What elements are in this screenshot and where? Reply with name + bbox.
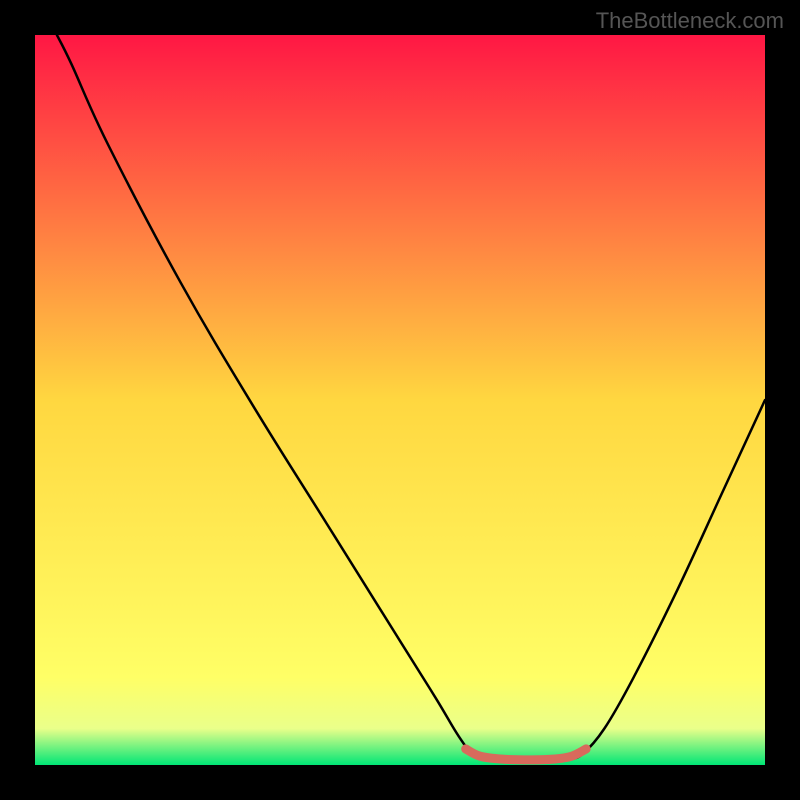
- chart-area: [35, 35, 765, 765]
- chart-svg: [35, 35, 765, 765]
- gradient-background: [35, 35, 765, 765]
- watermark-text: TheBottleneck.com: [596, 8, 784, 34]
